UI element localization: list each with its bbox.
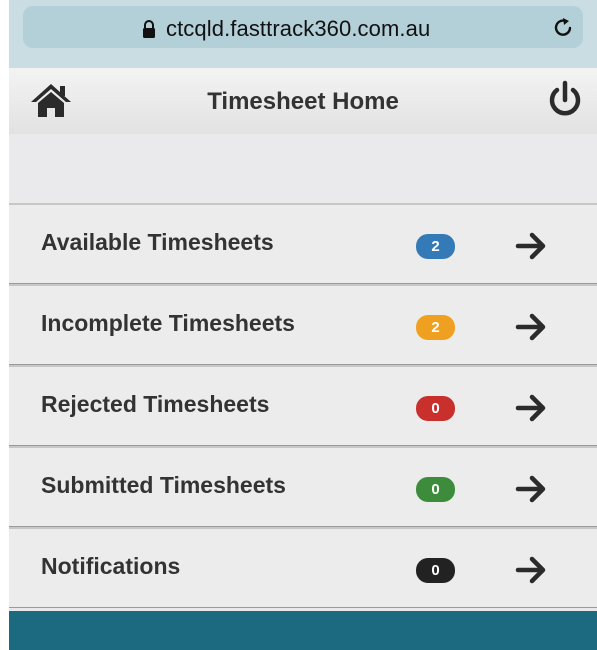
arrow-right-icon [515,313,546,341]
lock-icon [143,20,155,38]
reload-icon[interactable] [551,15,575,39]
menu-item-label: Incomplete Timesheets [41,310,295,336]
menu-item-rejected-timesheets[interactable]: Rejected Timesheets 0 [9,365,597,446]
app-frame: ctcqld.fasttrack360.com.au Timesheet Hom… [9,0,597,650]
menu-item-label: Rejected Timesheets [41,391,270,417]
count-badge: 0 [416,477,455,502]
timesheet-menu: Available Timesheets 2 Incomplete Timesh… [9,203,597,608]
app-header: Timesheet Home [9,68,597,134]
arrow-right-icon [515,556,546,584]
menu-item-available-timesheets[interactable]: Available Timesheets 2 [9,203,597,284]
count-badge: 0 [416,396,455,421]
menu-item-submitted-timesheets[interactable]: Submitted Timesheets 0 [9,446,597,527]
arrow-right-icon [515,394,546,422]
menu-item-notifications[interactable]: Notifications 0 [9,527,597,608]
count-badge: 2 [416,234,455,259]
arrow-right-icon [515,232,546,260]
header-spacer [9,134,597,204]
count-badge: 0 [416,558,455,583]
address-bar[interactable]: ctcqld.fasttrack360.com.au [23,6,583,48]
url-text: ctcqld.fasttrack360.com.au [166,16,431,41]
menu-item-incomplete-timesheets[interactable]: Incomplete Timesheets 2 [9,284,597,365]
page-title: Timesheet Home [207,88,399,115]
arrow-right-icon [515,475,546,503]
footer-bar [9,611,597,650]
browser-chrome: ctcqld.fasttrack360.com.au [9,0,597,68]
power-icon[interactable] [545,80,585,120]
menu-item-label: Submitted Timesheets [41,472,286,498]
count-badge: 2 [416,315,455,340]
menu-item-label: Notifications [41,553,181,579]
menu-item-label: Available Timesheets [41,229,274,255]
